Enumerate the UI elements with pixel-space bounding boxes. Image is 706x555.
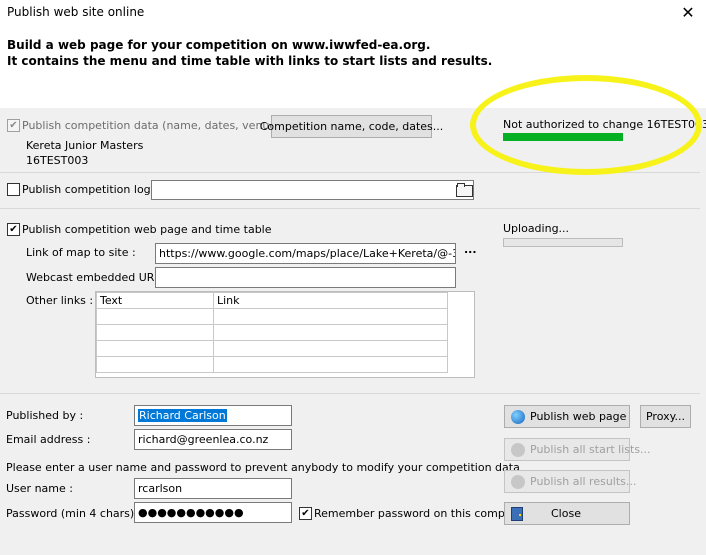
other-links-label: Other links : (26, 294, 94, 307)
published-by-value: Richard Carlson (138, 409, 227, 422)
window-title: Publish web site online (7, 5, 145, 19)
remember-password-checkbox[interactable]: ✔ (299, 507, 312, 520)
table-row[interactable] (96, 324, 448, 341)
remember-password-label: Remember password on this computer (314, 507, 528, 520)
published-by-input[interactable]: Richard Carlson (134, 405, 292, 426)
table-row[interactable] (96, 308, 448, 325)
divider (0, 172, 700, 173)
email-input[interactable]: richard@greenlea.co.nz (134, 429, 292, 450)
auth-status-text: Not authorized to change 16TEST003. (503, 118, 706, 131)
publish-logo-label: Publish competition logo : (22, 183, 165, 196)
publish-results-button[interactable]: Publish all results... (504, 470, 636, 493)
close-window-icon[interactable]: ✕ (677, 2, 699, 24)
other-links-table[interactable]: Text Link (96, 292, 448, 373)
email-label: Email address : (6, 433, 91, 446)
upload-progress-bar (503, 238, 623, 247)
table-cell[interactable] (96, 324, 214, 341)
table-cell[interactable] (96, 308, 214, 325)
globe-icon (511, 409, 525, 424)
publish-competition-data-checkbox[interactable]: ✔ (7, 119, 20, 132)
divider (0, 393, 700, 394)
table-cell[interactable] (213, 340, 448, 357)
table-cell[interactable] (213, 324, 448, 341)
publish-results-label: Publish all results... (530, 475, 637, 488)
credentials-instructions: Please enter a user name and password to… (6, 461, 520, 474)
publish-competition-data-label: Publish competition data (name, dates, v… (22, 119, 291, 132)
table-row[interactable] (96, 356, 448, 373)
upload-status-text: Uploading... (503, 222, 570, 235)
divider (0, 208, 700, 209)
username-input[interactable]: rcarlson (134, 478, 292, 499)
competition-name: Kereta Junior Masters (26, 139, 144, 152)
publish-logo-checkbox[interactable] (7, 183, 20, 196)
webcast-url-input[interactable] (155, 267, 456, 288)
publish-start-lists-label: Publish all start lists... (530, 443, 651, 456)
column-header-text[interactable]: Text (96, 292, 214, 309)
close-button[interactable]: Close (504, 502, 630, 525)
username-label: User name : (6, 482, 73, 495)
table-cell[interactable] (96, 356, 214, 373)
exit-door-icon (511, 506, 523, 521)
table-header-row: Text Link (96, 292, 448, 309)
globe-icon (511, 474, 525, 489)
auth-progress-bar (503, 133, 623, 141)
map-link-input[interactable]: https://www.google.com/maps/place/Lake+K… (155, 243, 456, 264)
published-by-label: Published by : (6, 409, 84, 422)
table-row[interactable] (96, 340, 448, 357)
header-line-2: It contains the menu and time table with… (7, 54, 493, 68)
proxy-button[interactable]: Proxy... (640, 405, 691, 428)
table-cell[interactable] (213, 308, 448, 325)
table-cell[interactable] (213, 356, 448, 373)
password-input[interactable]: ●●●●●●●●●●● (134, 502, 292, 523)
close-button-label: Close (551, 507, 581, 520)
webcast-url-label: Webcast embedded URL : (26, 271, 168, 284)
other-links-table-container[interactable]: Text Link (95, 291, 475, 378)
competition-name-button[interactable]: Competition name, code, dates... (260, 115, 443, 138)
password-label: Password (min 4 chars) : (6, 507, 142, 520)
logo-path-input[interactable] (151, 180, 474, 200)
map-link-label: Link of map to site : (26, 246, 136, 259)
publish-web-page-button[interactable]: Publish web page (504, 405, 630, 428)
publish-web-page-checkbox[interactable]: ✔ (7, 223, 20, 236)
publish-start-lists-button[interactable]: Publish all start lists... (504, 438, 651, 461)
header-line-1: Build a web page for your competition on… (7, 38, 431, 52)
competition-code: 16TEST003 (26, 154, 89, 167)
globe-icon (511, 442, 525, 457)
column-header-link[interactable]: Link (213, 292, 448, 309)
map-more-button[interactable]: ... (464, 243, 477, 256)
publish-web-page-label: Publish competition web page and time ta… (22, 223, 272, 236)
publish-web-page-label: Publish web page (530, 410, 627, 423)
folder-icon[interactable] (456, 183, 473, 197)
table-cell[interactable] (96, 340, 214, 357)
